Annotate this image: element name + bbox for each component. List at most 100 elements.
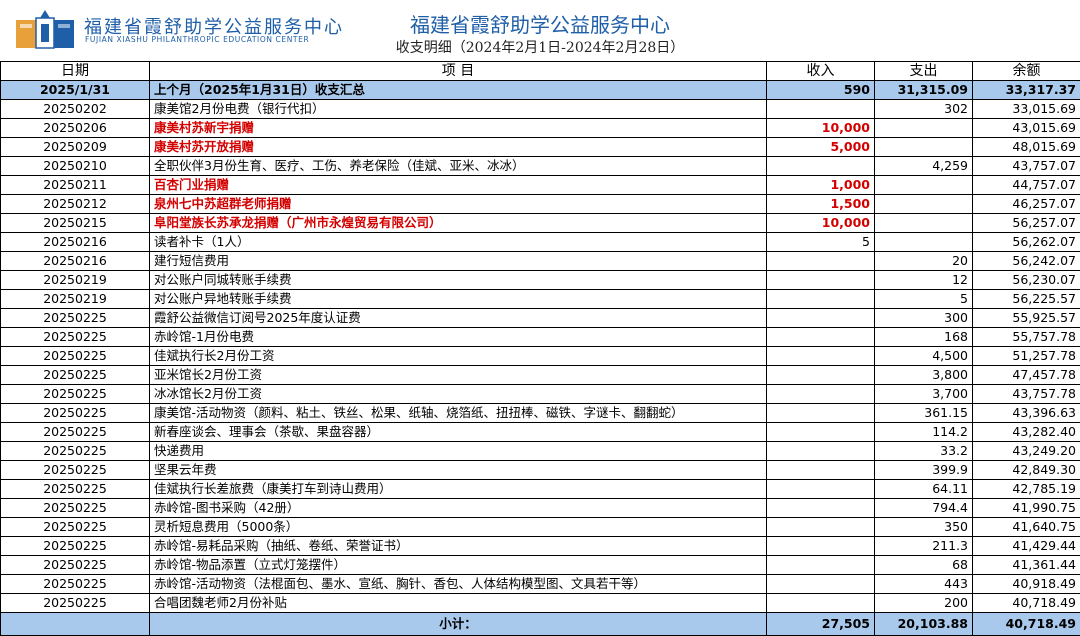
row-date: 20250216 (1, 233, 150, 252)
row-income (767, 575, 875, 594)
row-date: 20250219 (1, 290, 150, 309)
row-expense: 211.3 (875, 537, 973, 556)
table-row: 20250202康美馆2月份电费（银行代扣）30233,015.69 (1, 100, 1080, 119)
row-balance: 56,262.07 (973, 233, 1080, 252)
ledger-table: 日期 项 目 收入 支出 余额 2025/1/31 上个月（2025年1月31日… (0, 61, 1080, 636)
table-row: 20250225冰冰馆长2月份工资3,70043,757.78 (1, 385, 1080, 404)
row-item: 康美村苏开放捐赠 (150, 138, 767, 157)
row-date: 20250225 (1, 575, 150, 594)
row-balance: 43,757.78 (973, 385, 1080, 404)
row-income (767, 518, 875, 537)
row-income: 1,500 (767, 195, 875, 214)
row-item: 赤岭馆-物品添置（立式灯笼摆件） (150, 556, 767, 575)
row-expense (875, 138, 973, 157)
total-expense: 20,103.88 (875, 613, 973, 636)
row-date: 20250210 (1, 157, 150, 176)
column-header-balance: 余额 (973, 62, 1080, 81)
column-header-expense: 支出 (875, 62, 973, 81)
summary-item: 上个月（2025年1月31日）收支汇总 (150, 81, 767, 100)
column-header-date: 日期 (1, 62, 150, 81)
row-item: 佳斌执行长差旅费（康美打车到诗山费用） (150, 480, 767, 499)
row-date: 20250219 (1, 271, 150, 290)
row-date: 20250225 (1, 518, 150, 537)
row-balance: 56,225.57 (973, 290, 1080, 309)
table-row: 20250216读者补卡（1人）556,262.07 (1, 233, 1080, 252)
row-balance: 41,361.44 (973, 556, 1080, 575)
row-balance: 46,257.07 (973, 195, 1080, 214)
row-date: 20250225 (1, 480, 150, 499)
row-income (767, 271, 875, 290)
row-expense: 300 (875, 309, 973, 328)
table-row: 20250225康美馆-活动物资（颜料、粘土、铁丝、松果、纸轴、烧箔纸、扭扭棒、… (1, 404, 1080, 423)
document-subtitle: 收支明细（2024年2月1日-2024年2月28日） (0, 37, 1080, 57)
summary-date: 2025/1/31 (1, 81, 150, 100)
row-expense: 443 (875, 575, 973, 594)
row-expense: 4,500 (875, 347, 973, 366)
row-item: 合唱团魏老师2月份补贴 (150, 594, 767, 613)
row-balance: 56,230.07 (973, 271, 1080, 290)
row-balance: 43,757.07 (973, 157, 1080, 176)
row-balance: 40,718.49 (973, 594, 1080, 613)
row-income (767, 423, 875, 442)
row-income: 5 (767, 233, 875, 252)
row-item: 阜阳堂族长苏承龙捐赠（广州市永煌贸易有限公司） (150, 214, 767, 233)
row-income (767, 385, 875, 404)
row-income (767, 290, 875, 309)
row-item: 对公账户同城转账手续费 (150, 271, 767, 290)
table-row: 20250225赤岭馆-易耗品采购（抽纸、卷纸、荣誉证书）211.341,429… (1, 537, 1080, 556)
row-income (767, 442, 875, 461)
row-income (767, 100, 875, 119)
summary-expense: 31,315.09 (875, 81, 973, 100)
table-row: 20250225佳斌执行长2月份工资4,50051,257.78 (1, 347, 1080, 366)
row-income (767, 556, 875, 575)
row-expense (875, 176, 973, 195)
row-date: 20250225 (1, 442, 150, 461)
total-row: 小计： 27,505 20,103.88 40,718.49 (1, 613, 1080, 636)
table-row: 20250225灵析短息费用（5000条）35041,640.75 (1, 518, 1080, 537)
row-expense (875, 233, 973, 252)
summary-balance: 33,317.37 (973, 81, 1080, 100)
summary-row: 2025/1/31 上个月（2025年1月31日）收支汇总 590 31,315… (1, 81, 1080, 100)
column-header-item: 项 目 (150, 62, 767, 81)
row-expense (875, 214, 973, 233)
row-expense: 5 (875, 290, 973, 309)
row-date: 20250225 (1, 461, 150, 480)
row-balance: 51,257.78 (973, 347, 1080, 366)
total-income: 27,505 (767, 613, 875, 636)
page-header: 福建省霞舒助学公益服务中心 FUJIAN XIASHU PHILANTHROPI… (0, 0, 1080, 60)
row-income (767, 328, 875, 347)
table-row: 20250225霞舒公益微信订阅号2025年度认证费 30055,925.57 (1, 309, 1080, 328)
row-item: 康美馆2月份电费（银行代扣） (150, 100, 767, 119)
row-item: 霞舒公益微信订阅号2025年度认证费 (150, 309, 767, 328)
row-balance: 42,785.19 (973, 480, 1080, 499)
row-expense: 114.2 (875, 423, 973, 442)
row-date: 20250216 (1, 252, 150, 271)
row-income: 5,000 (767, 138, 875, 157)
row-income (767, 461, 875, 480)
row-date: 20250215 (1, 214, 150, 233)
row-income (767, 309, 875, 328)
row-balance: 33,015.69 (973, 100, 1080, 119)
row-balance: 56,242.07 (973, 252, 1080, 271)
row-balance: 55,925.57 (973, 309, 1080, 328)
row-expense: 361.15 (875, 404, 973, 423)
row-item: 赤岭馆-1月份电费 (150, 328, 767, 347)
row-date: 20250225 (1, 499, 150, 518)
row-date: 20250225 (1, 366, 150, 385)
row-income (767, 499, 875, 518)
row-date: 20250211 (1, 176, 150, 195)
table-row: 20250225赤岭馆-1月份电费16855,757.78 (1, 328, 1080, 347)
row-expense (875, 119, 973, 138)
column-header-income: 收入 (767, 62, 875, 81)
row-item: 对公账户异地转账手续费 (150, 290, 767, 309)
row-income: 1,000 (767, 176, 875, 195)
table-row: 20250209康美村苏开放捐赠5,00048,015.69 (1, 138, 1080, 157)
table-row: 20250219对公账户同城转账手续费1256,230.07 (1, 271, 1080, 290)
table-row: 20250210全职伙伴3月份生育、医疗、工伤、养老保险（佳斌、亚米、冰冰）4,… (1, 157, 1080, 176)
row-date: 20250225 (1, 309, 150, 328)
row-item: 新春座谈会、理事会（茶歇、果盘容器） (150, 423, 767, 442)
row-income (767, 594, 875, 613)
table-row: 20250225赤岭馆-物品添置（立式灯笼摆件）6841,361.44 (1, 556, 1080, 575)
row-expense: 794.4 (875, 499, 973, 518)
row-balance: 41,640.75 (973, 518, 1080, 537)
